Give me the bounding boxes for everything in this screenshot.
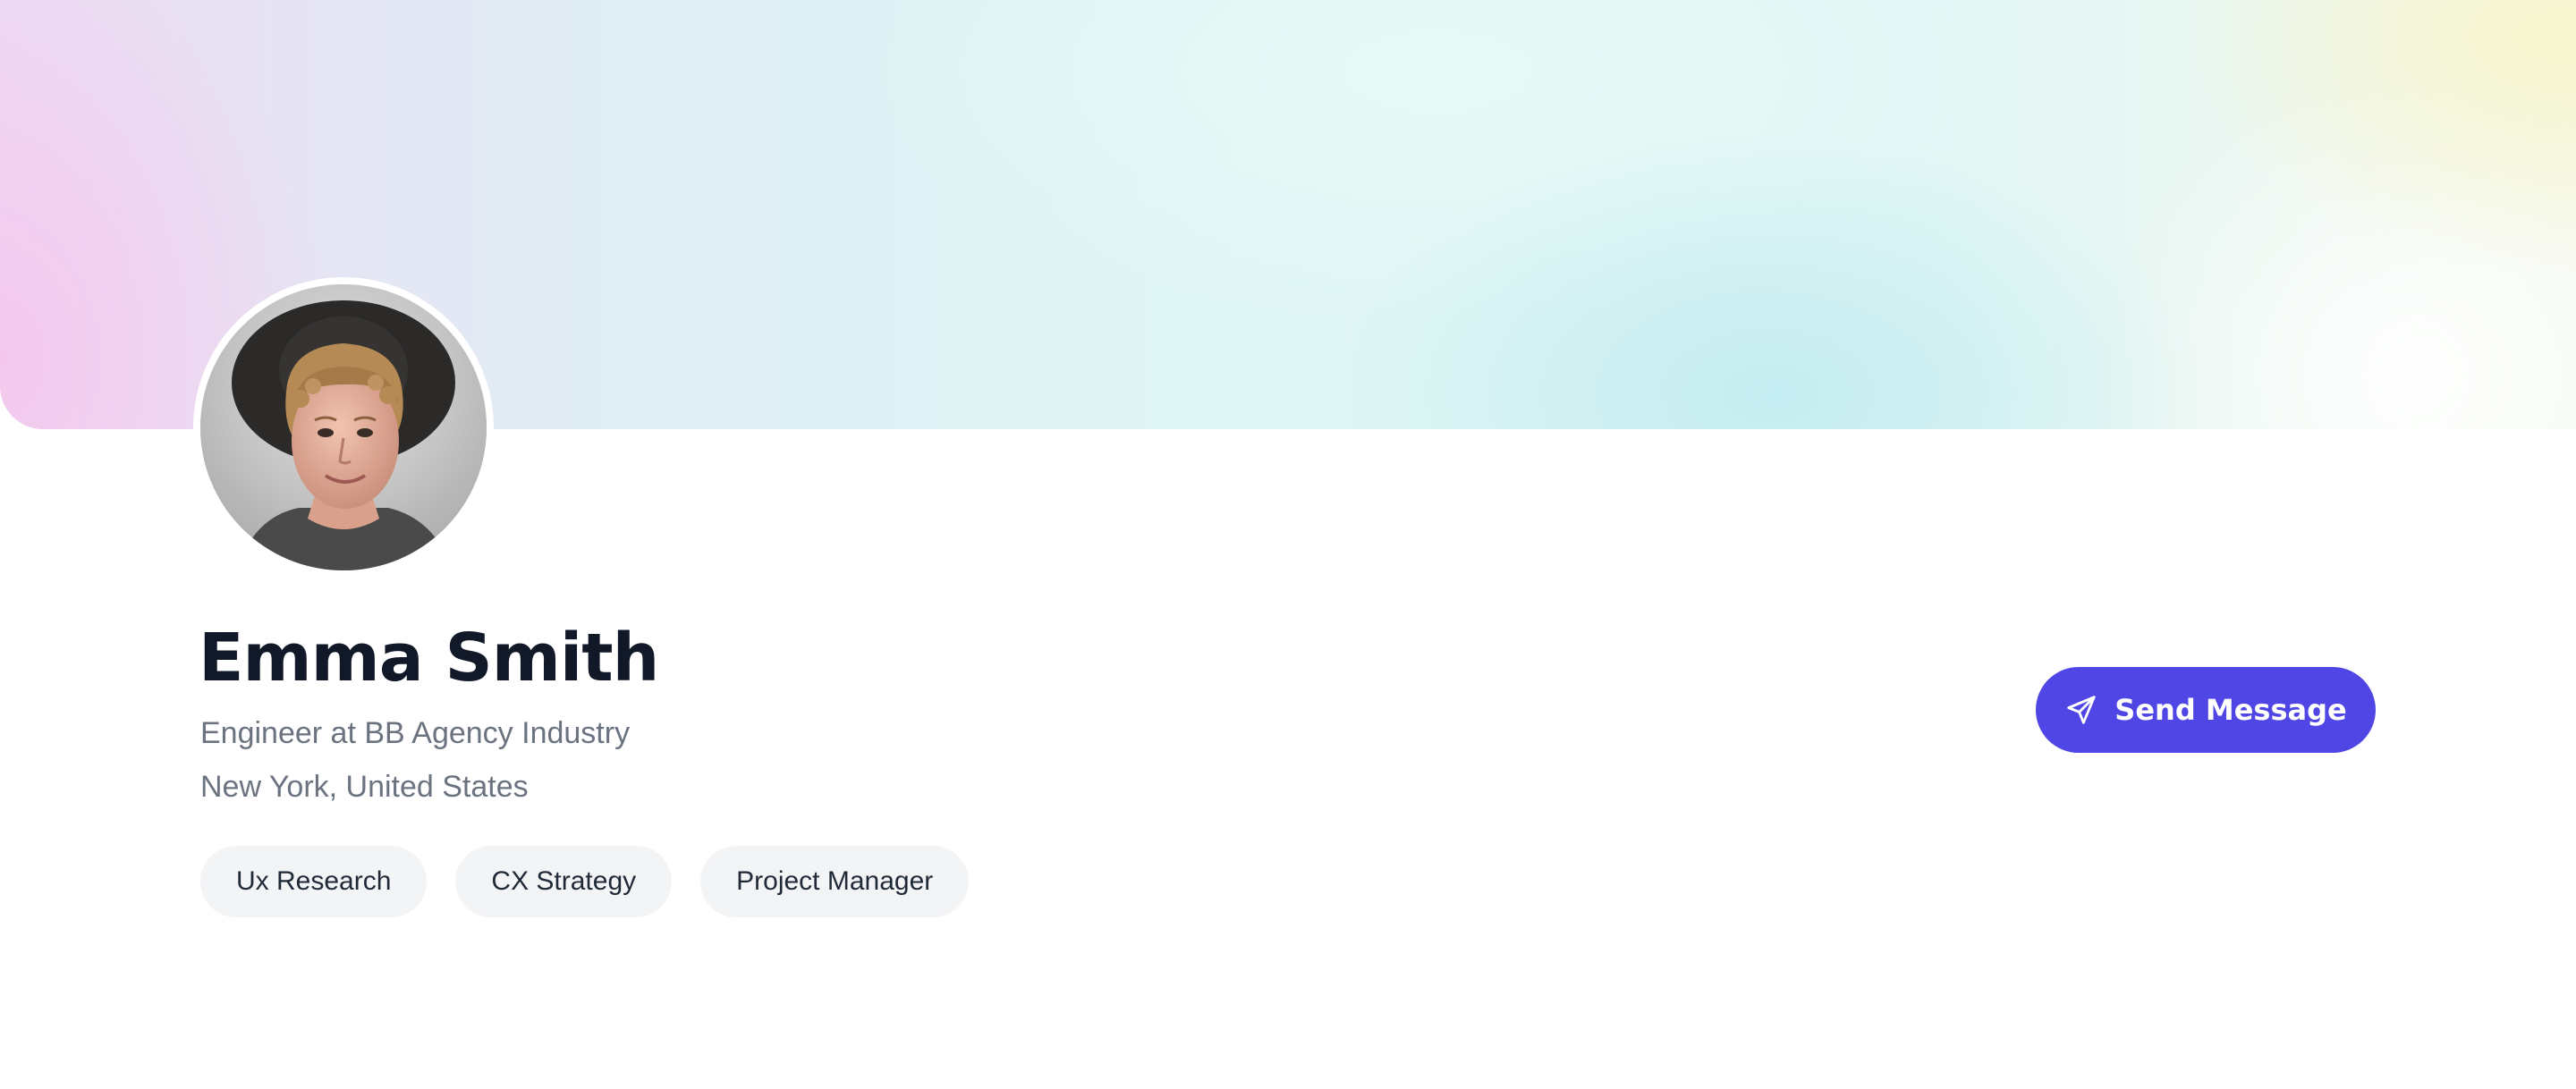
send-message-button[interactable]: Send Message [2036,667,2376,753]
profile-location: New York, United States [200,770,529,804]
profile-photo [200,284,487,570]
paper-plane-icon [2064,693,2098,727]
send-message-label: Send Message [2114,693,2347,727]
profile-job-title: Engineer at BB Agency Industry [200,716,631,750]
tag-cx-strategy[interactable]: CX Strategy [455,846,673,917]
skill-tags: Ux Research CX Strategy Project Manager [200,846,970,917]
profile-name: Emma Smith [199,620,659,696]
avatar [193,277,494,578]
profile-page: Emma Smith Engineer at BB Agency Industr… [0,0,2576,1089]
person-illustration [200,284,487,570]
tag-ux-research[interactable]: Ux Research [200,846,428,917]
tag-project-manager[interactable]: Project Manager [700,846,970,917]
